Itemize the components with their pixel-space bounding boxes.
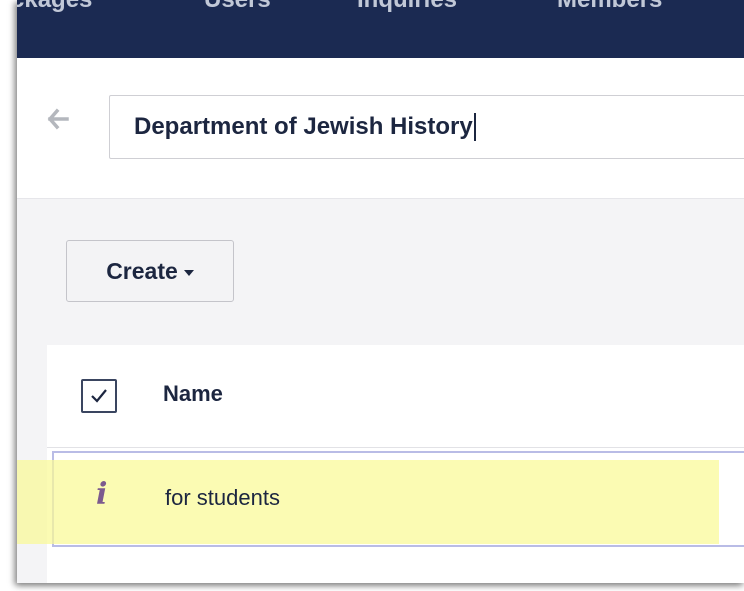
table-row[interactable]: i for students (17, 451, 744, 547)
top-navigation: ckages Users Inquiries Members (17, 0, 744, 58)
checkmark-icon (91, 389, 107, 403)
row-highlight (17, 460, 719, 544)
app-window: ckages Users Inquiries Members Departmen… (17, 0, 744, 583)
nav-item-inquiries[interactable]: Inquiries (357, 0, 457, 14)
screen: ckages Users Inquiries Members Departmen… (0, 0, 744, 591)
title-input[interactable]: Department of Jewish History (109, 95, 744, 159)
nav-item-members[interactable]: Members (557, 0, 662, 14)
create-dropdown-button[interactable]: Create (66, 240, 234, 302)
caret-down-icon (183, 269, 194, 276)
table-header: Name (47, 345, 744, 448)
title-input-value: Department of Jewish History (134, 113, 473, 140)
page-header: Department of Jewish History (17, 58, 744, 199)
info-icon: i (96, 477, 108, 512)
nav-item-users[interactable]: Users (204, 0, 271, 14)
create-button-label: Create (106, 257, 178, 284)
select-all-checkbox[interactable] (81, 379, 117, 413)
nav-item-packages[interactable]: ckages (17, 0, 92, 14)
items-table: Name i for students (17, 345, 744, 583)
column-header-name[interactable]: Name (163, 381, 223, 407)
back-arrow-icon[interactable] (47, 108, 69, 130)
text-cursor (473, 113, 476, 141)
row-name[interactable]: for students (165, 485, 280, 511)
